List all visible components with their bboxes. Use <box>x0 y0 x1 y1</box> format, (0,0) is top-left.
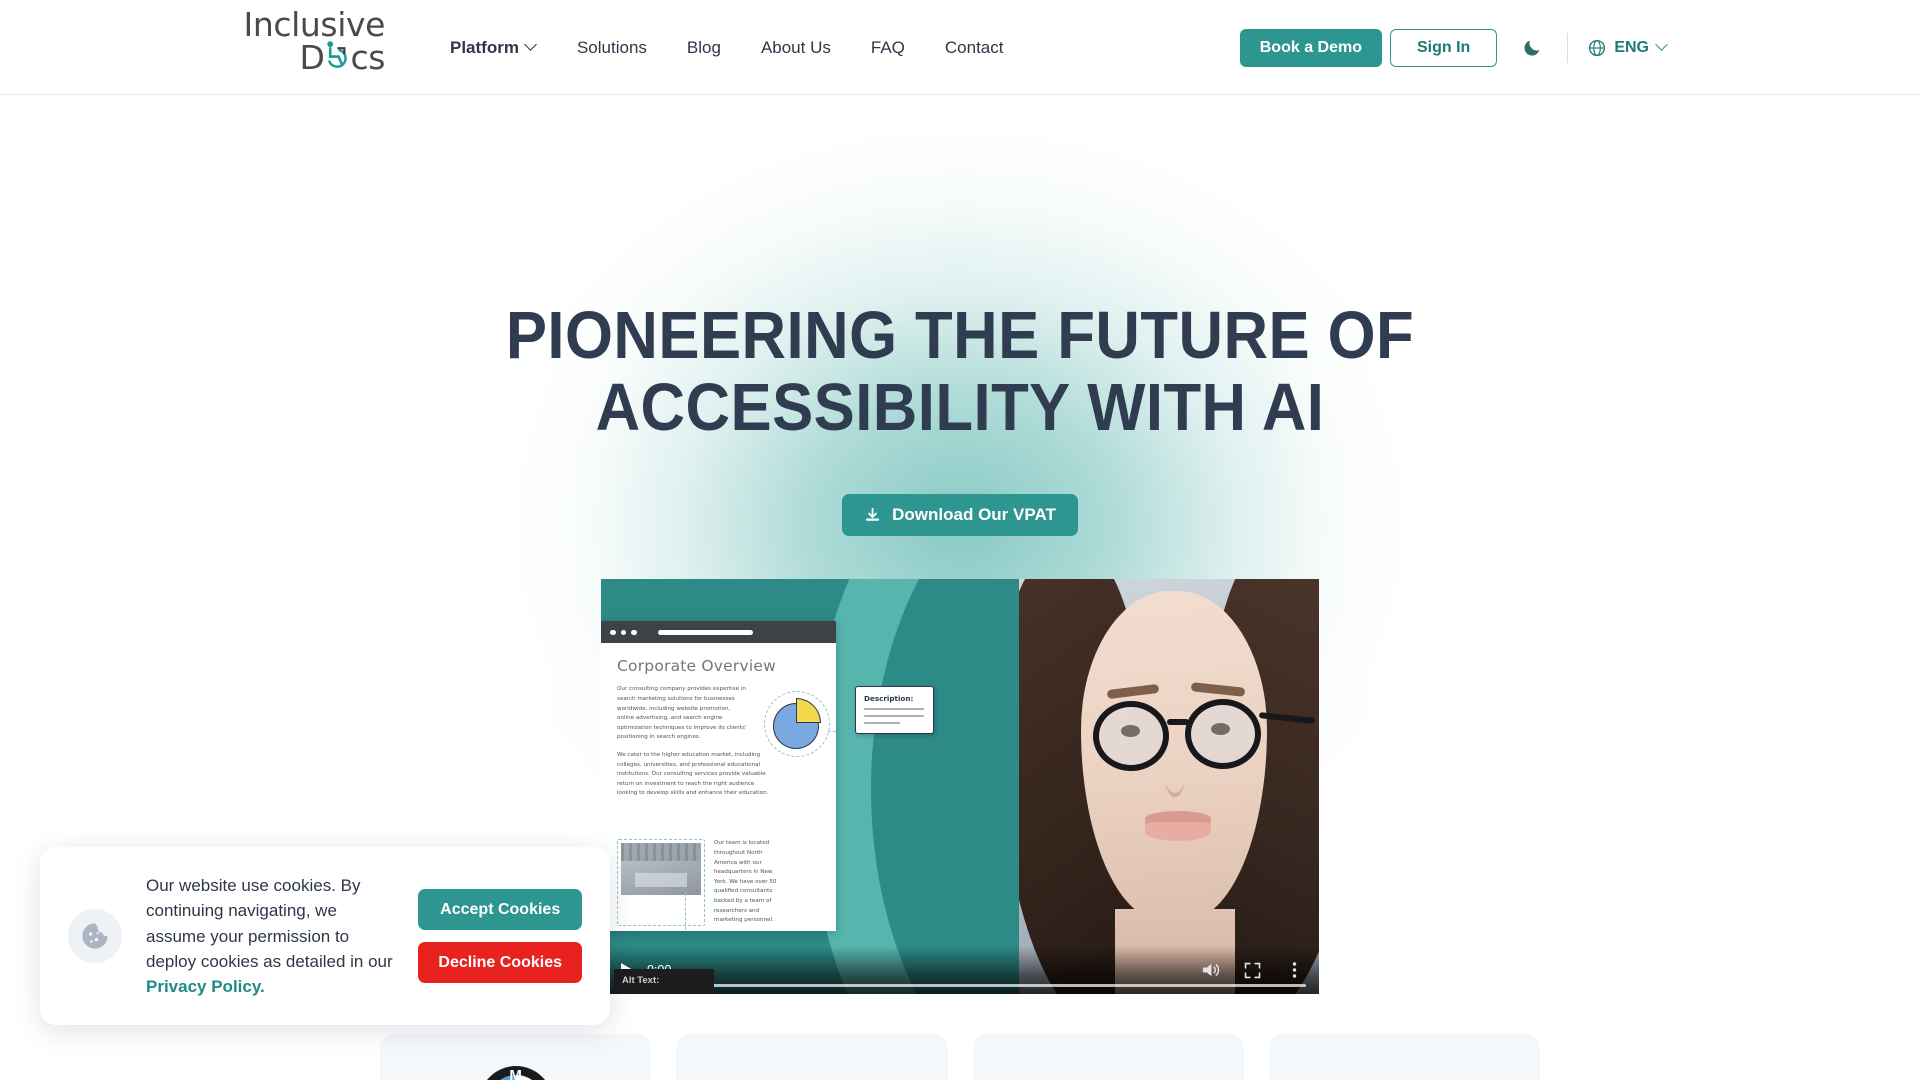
logo-letter-d: D <box>299 38 325 77</box>
nav-item-solutions[interactable]: Solutions <box>577 38 647 58</box>
video-controls-bar[interactable]: 0:00 <box>601 946 1319 995</box>
wheelchair-accessibility-icon <box>324 39 350 69</box>
language-value: ENG <box>1614 38 1649 56</box>
document-paragraph-1: Our consulting company provides expertis… <box>617 686 747 741</box>
description-card-title: Description: <box>864 694 914 704</box>
document-connector-line <box>685 893 686 932</box>
accept-cookies-button[interactable]: Accept Cookies <box>418 889 582 931</box>
privacy-policy-link[interactable]: Privacy Policy. <box>146 977 265 996</box>
logo-text-line2: D cs <box>299 39 385 74</box>
cookie-text-body: Our website use cookies. By continuing n… <box>146 876 393 971</box>
language-selector[interactable]: ENG <box>1588 39 1668 57</box>
nav-item-contact[interactable]: Contact <box>945 38 1004 58</box>
hero-video-player[interactable]: Corporate Overview Our consulting compan… <box>601 579 1319 995</box>
description-callout-card: Description: <box>855 686 934 735</box>
alt-text-tooltip: Alt Text: <box>614 969 714 995</box>
window-dot-maximize <box>631 629 637 636</box>
nav-label-platform: Platform <box>450 37 519 57</box>
logo-text-line1: Inclusive <box>243 5 386 44</box>
moon-icon[interactable] <box>1519 35 1545 61</box>
download-vpat-label: Download Our VPAT <box>892 505 1056 525</box>
book-a-demo-button[interactable]: Book a Demo <box>1239 28 1382 67</box>
cookie-consent-banner: Our website use cookies. By continuing n… <box>40 847 610 1025</box>
chevron-down-icon <box>526 40 537 51</box>
document-image-highlight <box>617 839 705 926</box>
nav-item-blog[interactable]: Blog <box>687 38 721 58</box>
pie-chart-graphic <box>764 691 836 758</box>
video-frame: Corporate Overview Our consulting compan… <box>601 579 1319 995</box>
cookie-buttons: Accept Cookies Decline Cookies <box>418 889 582 984</box>
hero-title-line2: ACCESSIBILITY WITH AI <box>595 369 1325 445</box>
bmw-logo: M <box>478 1066 553 1080</box>
description-line-3 <box>864 722 900 725</box>
description-line-2 <box>864 715 924 718</box>
header-divider <box>1567 32 1569 63</box>
window-dot-minimize <box>620 629 626 636</box>
chevron-down-icon <box>1657 40 1668 51</box>
globe-icon <box>1589 39 1606 56</box>
document-paragraph-3: Our team is located throughout North Ame… <box>714 840 777 924</box>
bmw-logo-label: M <box>509 1067 522 1080</box>
nav-item-faq[interactable]: FAQ <box>871 38 905 58</box>
partner-card-bmw[interactable]: M <box>380 1034 652 1080</box>
volume-icon[interactable] <box>1197 957 1223 983</box>
document-paragraph-2: We cater to the higher education market,… <box>617 752 769 797</box>
partner-card-honda[interactable] <box>972 1034 1244 1080</box>
sign-in-button[interactable]: Sign In <box>1390 28 1498 67</box>
document-office-image <box>621 843 701 896</box>
logo-letters-cs: cs <box>350 38 385 77</box>
fullscreen-icon[interactable] <box>1239 957 1265 983</box>
description-line-1 <box>864 708 924 711</box>
main-navigation: Platform Solutions Blog About Us FAQ Con… <box>450 0 1003 95</box>
video-seek-bar[interactable] <box>614 984 1306 988</box>
decline-cookies-button[interactable]: Decline Cookies <box>418 942 582 984</box>
kebab-menu-icon[interactable] <box>1281 957 1307 983</box>
cookie-consent-text: Our website use cookies. By continuing n… <box>146 873 394 999</box>
document-body: Corporate Overview Our consulting compan… <box>601 643 836 932</box>
browser-chrome-bar <box>601 621 836 644</box>
site-header: Inclusive D cs Platform Solutions Blog A… <box>0 0 1920 95</box>
document-image-row: Our team is located throughout North Ame… <box>617 839 782 926</box>
download-icon <box>866 507 880 521</box>
window-dot-close <box>610 629 616 636</box>
download-vpat-button[interactable]: Download Our VPAT <box>842 494 1078 537</box>
partner-card-government[interactable]: Government <box>676 1034 948 1080</box>
cookie-icon <box>68 909 122 964</box>
document-heading: Corporate Overview <box>617 657 776 676</box>
presenter-photo <box>1019 579 1319 995</box>
site-logo[interactable]: Inclusive D cs <box>235 5 386 86</box>
nav-item-platform[interactable]: Platform <box>450 38 537 58</box>
partner-logos-row: M Government <box>380 1034 1540 1080</box>
page-title: PIONEERING THE FUTURE OF ACCESSIBILITY W… <box>426 95 1493 443</box>
hero-title-line1: PIONEERING THE FUTURE OF <box>505 298 1415 373</box>
nav-item-about-us[interactable]: About Us <box>761 38 831 58</box>
vpat-button-container: Download Our VPAT <box>0 494 1920 537</box>
header-actions: Book a Demo Sign In ENG <box>1239 0 1920 95</box>
address-bar <box>657 629 753 635</box>
partner-card-four[interactable] <box>1268 1034 1540 1080</box>
document-mockup: Corporate Overview Our consulting compan… <box>601 621 836 932</box>
